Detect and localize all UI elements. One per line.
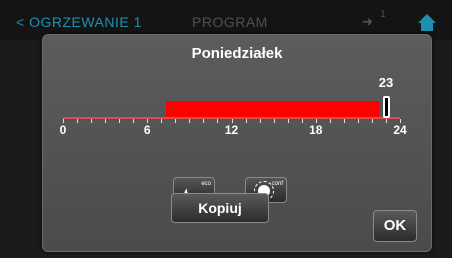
hour-tick <box>371 119 373 123</box>
hour-tick <box>343 119 345 123</box>
hour-tick <box>329 119 331 123</box>
hour-tick <box>385 119 387 123</box>
hour-tick <box>203 119 205 123</box>
hour-tick <box>287 119 289 123</box>
program-tab[interactable]: PROGRAM <box>192 14 268 30</box>
hour-tick <box>105 119 107 123</box>
indicator-number: 1 <box>380 10 386 20</box>
hour-tick <box>189 119 191 123</box>
back-tab[interactable]: < OGRZEWANIE 1 <box>16 14 142 30</box>
hour-tick <box>147 119 149 123</box>
time-marker-handle[interactable] <box>382 96 390 118</box>
tick-label: 24 <box>393 123 407 137</box>
comfort-program-block[interactable] <box>165 101 379 117</box>
hour-tick <box>273 119 275 123</box>
hour-tick <box>161 119 163 123</box>
hour-tick <box>133 119 135 123</box>
hour-tick <box>301 119 303 123</box>
hour-tick <box>77 119 79 123</box>
hour-tick <box>357 119 359 123</box>
hour-tick <box>91 119 93 123</box>
hour-tick <box>175 119 177 123</box>
hour-tick <box>231 119 233 123</box>
hour-tick <box>259 119 261 123</box>
tick-label: 12 <box>224 123 239 137</box>
comfort-sub-label: conf <box>271 181 283 187</box>
eco-sub-label: eco <box>201 181 211 187</box>
copy-button[interactable]: Kopiuj <box>171 193 269 223</box>
time-marker-label: 23 <box>378 75 394 90</box>
hour-tick <box>119 119 121 123</box>
hour-tick <box>217 119 219 123</box>
tick-label: 0 <box>59 123 67 137</box>
ok-button[interactable]: OK <box>373 210 417 242</box>
hour-tick <box>315 119 317 123</box>
home-icon[interactable] <box>418 14 436 31</box>
tick-label: 18 <box>309 123 323 137</box>
hour-tick <box>63 119 64 123</box>
hour-tick <box>245 119 247 123</box>
hour-tick <box>400 119 401 123</box>
day-timeline[interactable]: 23 0 6 12 18 24 <box>59 75 407 155</box>
day-program-dialog: Poniedziałek 23 0 6 12 18 24 eco conf Kopiuj… <box>42 34 432 252</box>
tick-label: 6 <box>143 123 151 137</box>
dialog-title: Poniedziałek <box>191 45 283 62</box>
arrow-icon: ➜ <box>362 15 373 30</box>
